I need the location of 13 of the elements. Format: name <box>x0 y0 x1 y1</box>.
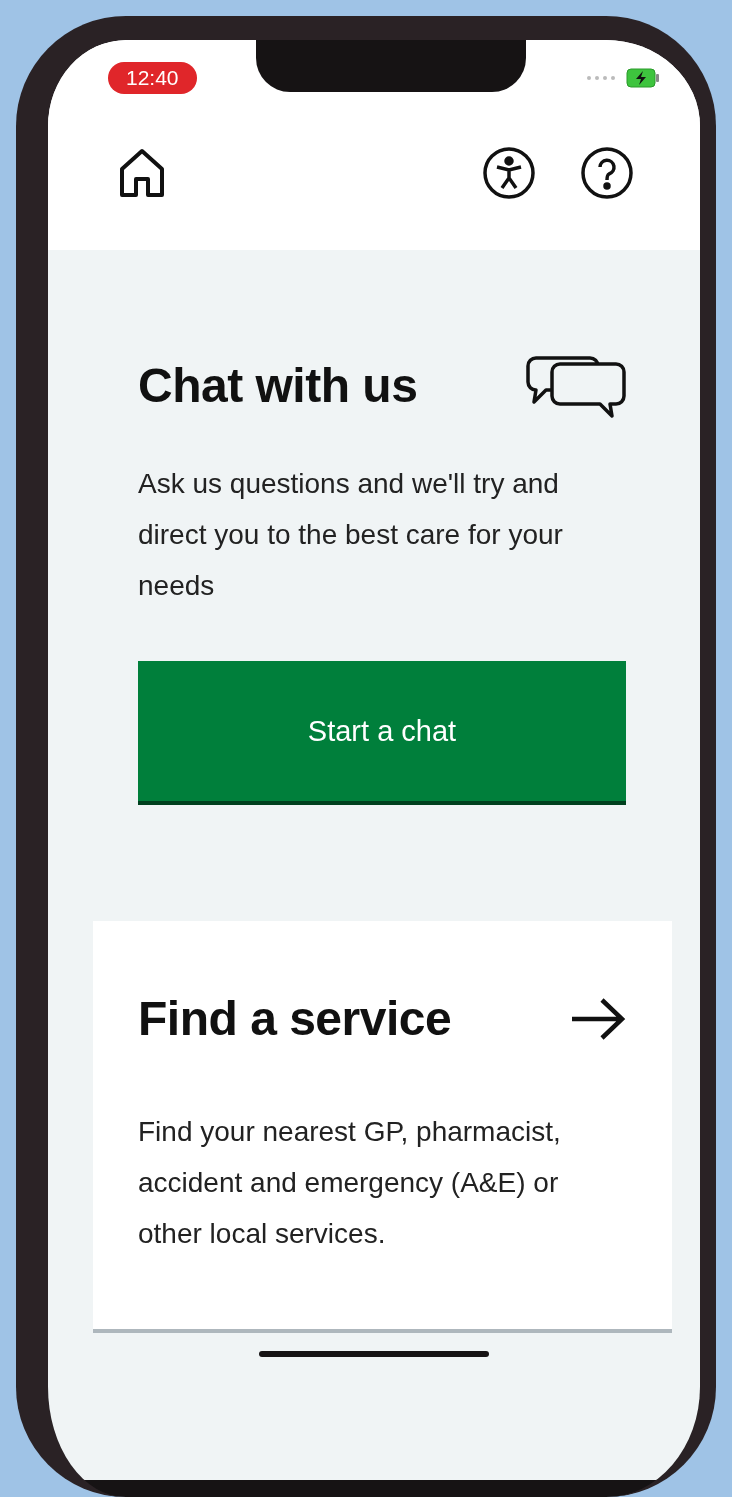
help-icon[interactable] <box>580 146 634 200</box>
service-card[interactable]: Find a service Find your nearest GP, pharmacist, accident and emergency (A&E) or other local services. <box>93 921 672 1333</box>
chat-heading: Chat with us <box>138 357 418 413</box>
service-description: Find your nearest GP, pharmacist, accident and emergency (A&E) or other local services. <box>138 1115 562 1251</box>
home-icon[interactable] <box>118 147 166 199</box>
status-time: 12:40 <box>108 62 197 94</box>
chat-description: Ask us questions and we'll try and direct you to the best care for your needs <box>138 467 564 603</box>
signal-icon <box>586 75 616 81</box>
start-chat-button[interactable]: Start a chat <box>138 661 626 805</box>
arrow-right-icon[interactable] <box>570 996 626 1041</box>
accessibility-icon[interactable] <box>482 146 536 200</box>
battery-charging-icon <box>626 68 660 88</box>
service-heading: Find a service <box>138 991 452 1046</box>
